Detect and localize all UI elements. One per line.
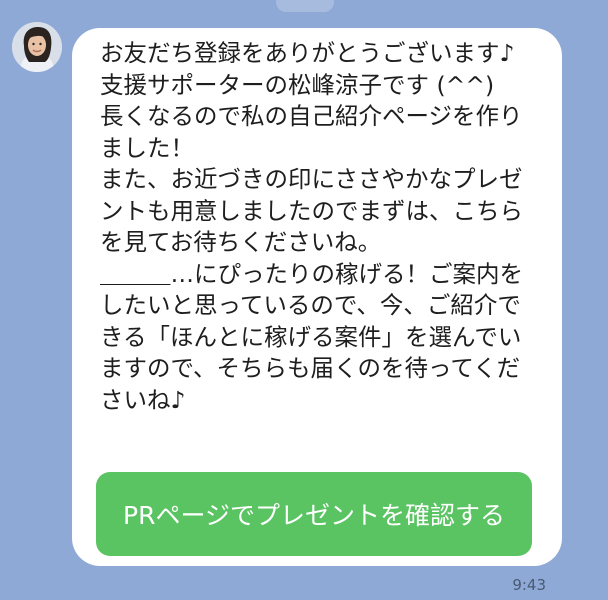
sender-avatar[interactable] (12, 22, 62, 72)
message-text: お友だち登録をありがとうございます♪ 支援サポーターの松峰涼子です (^^) 長… (100, 39, 523, 414)
message-timestamp: 9:43 (512, 576, 546, 594)
top-pull-tab (276, 0, 334, 12)
pr-page-present-button-label: PRページでプレゼントを確認する (123, 501, 505, 530)
pr-page-present-button[interactable]: PRページでプレゼントを確認する (96, 472, 532, 556)
message-bubble: お友だち登録をありがとうございます♪ 支援サポーターの松峰涼子です (^^) 長… (72, 28, 562, 566)
woman-portrait-avatar-icon (12, 22, 62, 72)
